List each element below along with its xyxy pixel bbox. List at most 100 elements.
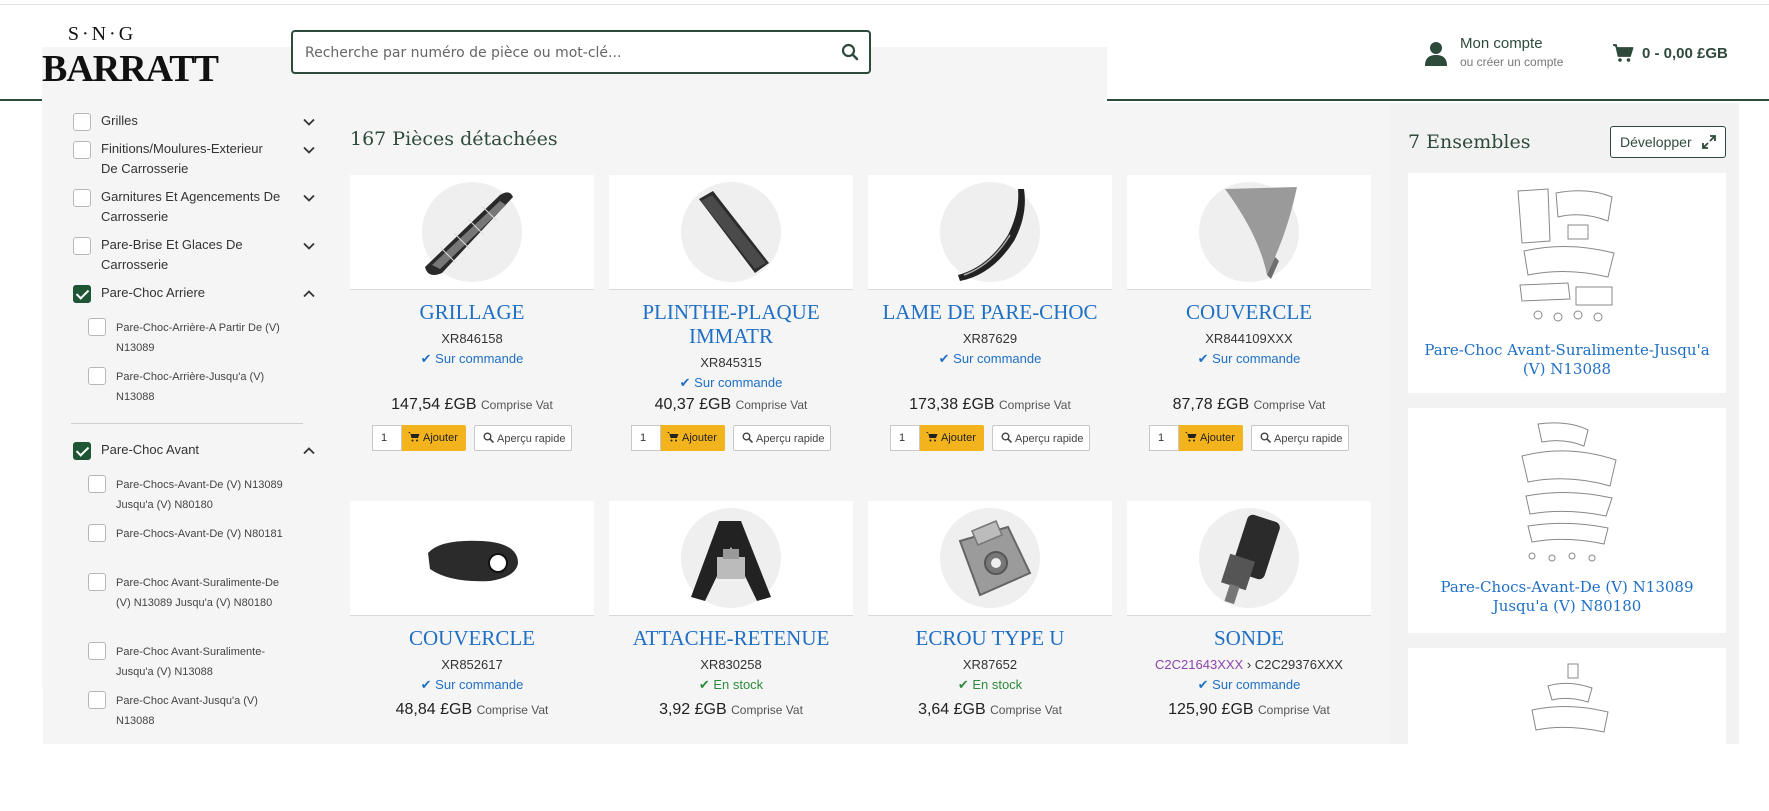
add-label: Ajouter: [1200, 432, 1235, 444]
stock-text: En stock: [713, 677, 764, 692]
quick-label: Aperçu rapide: [756, 433, 825, 445]
retainer-clip-icon: [681, 508, 781, 608]
product-image[interactable]: [868, 501, 1112, 615]
product-name[interactable]: GRILLAGE: [350, 300, 594, 324]
vat-label: Comprise Vat: [476, 703, 549, 717]
ensembles-title: 7 Ensembles: [1408, 131, 1531, 153]
product-ref: XR844109XXX: [1205, 331, 1293, 346]
stock-text: Sur commande: [435, 677, 524, 692]
product-image[interactable]: [1127, 175, 1371, 289]
add-to-cart-button[interactable]: Ajouter: [402, 425, 466, 451]
ensemble-card[interactable]: [1408, 648, 1726, 744]
product-name[interactable]: LAME DE PARE-CHOC: [868, 300, 1112, 324]
cart-icon: [926, 432, 938, 442]
product-card[interactable]: COUVERCLE XR852617 ✔ Sur commande 48,84 …: [350, 501, 594, 811]
filter-checkbox[interactable]: [73, 141, 91, 159]
subfilter-label: Pare-Chocs-Avant-De (V) N13089 Jusqu'a (…: [116, 479, 283, 511]
product-name[interactable]: COUVERCLE: [350, 626, 594, 650]
bumper-blade-icon: [940, 182, 1040, 282]
product-card[interactable]: LAME DE PARE-CHOC XR87629 ✔ Sur commande…: [868, 175, 1112, 485]
quantity-input[interactable]: 1: [1149, 425, 1179, 451]
card-separator: [350, 289, 594, 290]
product-card[interactable]: COUVERCLE XR844109XXX ✔ Sur commande 87,…: [1127, 175, 1371, 485]
filter-checkbox[interactable]: [73, 237, 91, 255]
chevron-up-icon[interactable]: [303, 445, 315, 457]
filter-label: Garnitures Et Agencements De Carrosserie: [101, 189, 281, 224]
subfilter-checkbox[interactable]: [88, 691, 106, 709]
old-ref[interactable]: C2C21643XXX: [1155, 657, 1243, 672]
product-name[interactable]: COUVERCLE: [1127, 300, 1371, 324]
account-subtitle: ou créer un compte: [1460, 55, 1564, 69]
subfilter-checkbox[interactable]: [88, 524, 106, 542]
product-image[interactable]: [868, 175, 1112, 289]
product-image[interactable]: [350, 175, 594, 289]
quick-label: Aperçu rapide: [497, 433, 566, 445]
expand-button[interactable]: Développer: [1610, 126, 1726, 158]
chevron-up-icon[interactable]: [303, 288, 315, 300]
product-name[interactable]: ECROU TYPE U: [868, 626, 1112, 650]
product-card[interactable]: SONDE C2C21643XXX › C2C29376XXX ✔ Sur co…: [1127, 501, 1371, 811]
subfilter-checkbox[interactable]: [88, 318, 106, 336]
product-price: 40,37 £GB Comprise Vat: [609, 396, 853, 414]
product-image[interactable]: [609, 501, 853, 615]
subfilter-checkbox[interactable]: [88, 367, 106, 385]
chevron-down-icon[interactable]: [303, 116, 315, 128]
add-to-cart-button[interactable]: Ajouter: [661, 425, 725, 451]
product-ref: XR845315: [700, 355, 762, 370]
exploded-diagram-icon[interactable]: [1508, 656, 1626, 744]
chevron-down-icon[interactable]: [303, 192, 315, 204]
search-input[interactable]: [305, 42, 825, 64]
quantity-input[interactable]: 1: [372, 425, 402, 451]
chevron-down-icon[interactable]: [303, 144, 315, 156]
exploded-diagram-icon[interactable]: [1508, 181, 1626, 331]
subfilter-checkbox[interactable]: [88, 642, 106, 660]
card-actions: 1 Ajouter Aperçu rapide: [372, 425, 582, 451]
subfilter-checkbox[interactable]: [88, 573, 106, 591]
ensemble-name[interactable]: Pare-Choc Avant-Suralimente-Jusqu'a (V) …: [1418, 341, 1716, 379]
ensemble-card[interactable]: Pare-Chocs-Avant-De (V) N13089 Jusqu'a (…: [1408, 408, 1726, 633]
product-price: 173,38 £GB Comprise Vat: [868, 396, 1112, 414]
stock-text: Sur commande: [953, 351, 1042, 366]
quantity-input[interactable]: 1: [890, 425, 920, 451]
quick-view-button[interactable]: Aperçu rapide: [474, 425, 572, 451]
quick-view-button[interactable]: Aperçu rapide: [733, 425, 831, 451]
vat-label: Comprise Vat: [990, 703, 1062, 717]
chevron-down-icon[interactable]: [303, 240, 315, 252]
exploded-diagram-icon[interactable]: [1508, 416, 1626, 566]
product-ref: XR852617: [441, 657, 503, 672]
subfilter-label: Pare-Choc-Arrière-Jusqu'a (V) N13088: [116, 371, 265, 403]
product-image[interactable]: [350, 501, 594, 615]
product-results: 167 Pièces détachées GRILLAGE XR846158 ✔…: [325, 103, 1390, 744]
product-card[interactable]: PLINTHE-PLAQUE IMMATR XR845315 ✔ Sur com…: [609, 175, 853, 485]
product-card[interactable]: ATTACHE-RETENUE XR830258 ✔ En stock 3,92…: [609, 501, 853, 811]
filter-checkbox-checked[interactable]: [73, 285, 91, 303]
add-to-cart-button[interactable]: Ajouter: [1179, 425, 1243, 451]
quantity-input[interactable]: 1: [631, 425, 661, 451]
product-card[interactable]: ECROU TYPE U XR87652 ✔ En stock 3,64 £GB…: [868, 501, 1112, 811]
barratt-logo[interactable]: S·N·G BARRATT: [42, 23, 1107, 688]
product-ref: XR87652: [962, 657, 1018, 672]
product-name[interactable]: ATTACHE-RETENUE: [609, 626, 853, 650]
check-icon: ✔: [698, 677, 714, 692]
add-to-cart-button[interactable]: Ajouter: [920, 425, 984, 451]
stock-status: ✔ Sur commande: [350, 677, 594, 693]
account-link[interactable]: Mon compte ou créer un compte: [1424, 35, 1584, 75]
quick-view-button[interactable]: Aperçu rapide: [1251, 425, 1349, 451]
product-card[interactable]: GRILLAGE XR846158 ✔ Sur commande 147,54 …: [350, 175, 594, 485]
product-image[interactable]: [609, 175, 853, 289]
sidebar-divider: [71, 423, 303, 424]
quick-view-button[interactable]: Aperçu rapide: [992, 425, 1090, 451]
product-name[interactable]: SONDE: [1127, 626, 1371, 650]
product-name[interactable]: PLINTHE-PLAQUE IMMATR: [609, 300, 853, 348]
product-price: 125,90 £GB Comprise Vat: [1127, 701, 1371, 719]
ensemble-name[interactable]: Pare-Chocs-Avant-De (V) N13089 Jusqu'a (…: [1418, 578, 1716, 616]
card-separator: [609, 289, 853, 290]
filter-checkbox-checked[interactable]: [73, 442, 91, 460]
product-image[interactable]: [1127, 501, 1371, 615]
subfilter-checkbox[interactable]: [88, 475, 106, 493]
search-icon[interactable]: [841, 43, 859, 61]
filter-checkbox[interactable]: [73, 189, 91, 207]
filter-checkbox[interactable]: [73, 113, 91, 131]
cart-icon: [1185, 432, 1197, 442]
ensemble-card[interactable]: Pare-Choc Avant-Suralimente-Jusqu'a (V) …: [1408, 173, 1726, 393]
